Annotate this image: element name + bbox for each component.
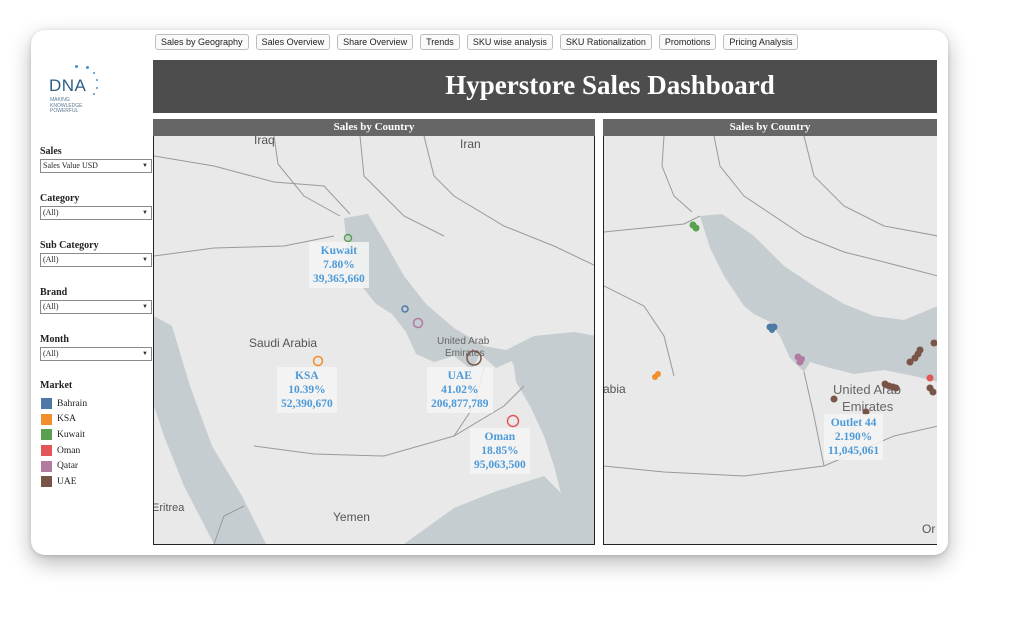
marker-uae [466, 350, 482, 366]
tab-promotions[interactable]: Promotions [658, 34, 717, 50]
outlets-uae [830, 339, 937, 416]
tab-trends[interactable]: Trends [420, 34, 460, 50]
tooltip-uae: UAE 41.02% 206,877,789 [427, 367, 493, 413]
dna-logo: DNA MAKING KNOWLEDGE POWERFUL [49, 62, 129, 114]
month-dropdown[interactable]: (All) ▼ [40, 347, 152, 361]
country-map-left[interactable]: Iraq Iran Saudi Arabia United Arab Emira… [153, 136, 595, 545]
dashboard-title-bar: Hyperstore Sales Dashboard [153, 60, 937, 113]
legend-swatch [41, 476, 52, 488]
tooltip-outlet-44: Outlet 44 2.190% 11,045,061 [824, 414, 884, 460]
tab-share-overview[interactable]: Share Overview [337, 34, 414, 50]
tooltip-ksa: KSA 10.39% 52,390,670 [277, 367, 337, 413]
legend-label: KSA [57, 414, 77, 425]
marker-oman [506, 414, 520, 428]
tab-sku-rationalization[interactable]: SKU Rationalization [559, 34, 652, 50]
filter-month-label: Month [40, 334, 69, 345]
map-panel-left: Sales by Country Iraq Iran Saudi Arabia … [153, 119, 595, 545]
outlets-bahrain [766, 323, 778, 333]
outlets-qatar [794, 353, 805, 366]
filter-category: Category (All) ▼ [40, 193, 152, 240]
outlets-oman [926, 374, 934, 382]
outlet-markers-right [652, 221, 937, 416]
country-map-right[interactable]: abia United Arab Emirates Or Outlet 44 2… [603, 136, 937, 545]
legend-label: Bahrain [57, 398, 88, 409]
filter-sales-label: Sales [40, 146, 62, 157]
sub-category-dropdown[interactable]: (All) ▼ [40, 253, 152, 267]
legend-item-ksa[interactable]: KSA [41, 412, 87, 428]
filter-sub-category: Sub Category (All) ▼ [40, 240, 152, 287]
marker-kuwait [343, 233, 353, 243]
legend-swatch [41, 445, 52, 457]
logo-text: DNA [49, 76, 87, 95]
tab-sales-by-geography[interactable]: Sales by Geography [155, 34, 249, 50]
legend-label: UAE [57, 476, 77, 487]
filter-sales: Sales Sales Value USD ▼ [40, 146, 152, 193]
filter-panel: Sales Sales Value USD ▼ Category (All) ▼ S… [40, 146, 152, 381]
chevron-down-icon: ▼ [142, 304, 148, 310]
legend-item-qatar[interactable]: Qatar [41, 458, 87, 474]
legend-swatch [41, 460, 52, 472]
nav-tabs: Sales by Geography Sales Overview Share … [155, 34, 799, 50]
marker-qatar [412, 317, 424, 329]
market-legend-title: Market [40, 380, 73, 391]
page-title: Hyperstore Sales Dashboard [445, 70, 775, 100]
map-panel-right: Sales by Country abia United Arab Emirat… [603, 119, 937, 545]
market-legend: Bahrain KSA Kuwait Oman Qatar UAE [41, 396, 87, 490]
filter-brand-label: Brand [40, 287, 68, 298]
brand-dropdown[interactable]: (All) ▼ [40, 300, 152, 314]
legend-item-kuwait[interactable]: Kuwait [41, 427, 87, 443]
filter-sub-category-label: Sub Category [40, 240, 99, 251]
chevron-down-icon: ▼ [142, 163, 148, 169]
tooltip-kuwait: Kuwait 7.80% 39,365,660 [309, 242, 369, 288]
legend-label: Kuwait [57, 429, 85, 440]
market-markers-left [312, 233, 520, 428]
legend-swatch [41, 398, 52, 410]
tab-sales-overview[interactable]: Sales Overview [255, 34, 331, 50]
outlets-ksa [652, 371, 661, 380]
dashboard-window: Sales by Geography Sales Overview Share … [31, 30, 948, 555]
tooltip-oman: Oman 18.85% 95,063,500 [470, 428, 530, 474]
chevron-down-icon: ▼ [142, 257, 148, 263]
legend-swatch [41, 413, 52, 425]
tab-pricing-analysis[interactable]: Pricing Analysis [723, 34, 799, 50]
filter-brand: Brand (All) ▼ [40, 287, 152, 334]
outlets-kuwait [689, 221, 700, 232]
legend-item-uae[interactable]: UAE [41, 474, 87, 490]
sales-dropdown[interactable]: Sales Value USD ▼ [40, 159, 152, 173]
panel-header-right: Sales by Country [603, 119, 937, 136]
legend-label: Qatar [57, 461, 79, 472]
filter-month: Month (All) ▼ [40, 334, 152, 381]
marker-bahrain [401, 305, 409, 313]
chevron-down-icon: ▼ [142, 351, 148, 357]
chevron-down-icon: ▼ [142, 210, 148, 216]
logo-tagline: MAKING KNOWLEDGE POWERFUL [50, 97, 83, 114]
category-dropdown[interactable]: (All) ▼ [40, 206, 152, 220]
tab-sku-wise-analysis[interactable]: SKU wise analysis [466, 34, 553, 50]
marker-ksa [312, 355, 324, 367]
panel-header-left: Sales by Country [153, 119, 595, 136]
filter-category-label: Category [40, 193, 80, 204]
legend-swatch [41, 429, 52, 441]
legend-item-bahrain[interactable]: Bahrain [41, 396, 87, 412]
legend-item-oman[interactable]: Oman [41, 443, 87, 459]
legend-label: Oman [57, 445, 81, 456]
